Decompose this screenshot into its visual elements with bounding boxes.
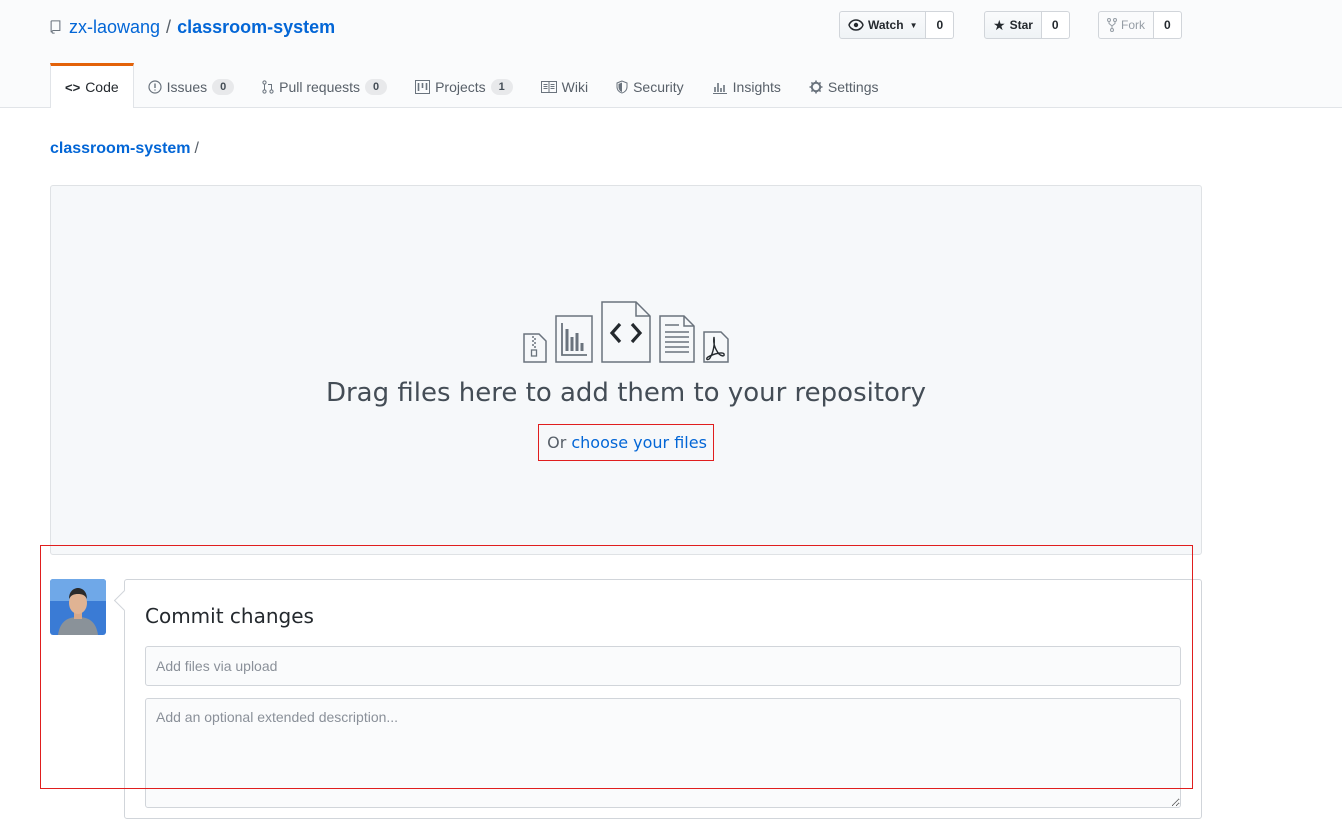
tab-security-label: Security [633,78,684,95]
avatar [50,579,106,635]
tab-issues-label: Issues [166,78,208,95]
fork-group: Fork 0 [1098,11,1182,39]
commit-description-textarea[interactable] [145,698,1181,808]
fork-count[interactable]: 0 [1154,11,1182,39]
tab-wiki[interactable]: Wiki [527,63,602,107]
issue-icon [148,79,162,94]
commit-title: Commit changes [145,604,314,628]
graph-icon [712,82,727,94]
star-button[interactable]: ★ Star [984,11,1042,39]
breadcrumb: classroom-system / [50,140,199,158]
pull-request-icon [262,79,274,94]
or-text: Or [547,433,567,452]
tab-projects[interactable]: Projects 1 [401,63,527,107]
commit-form: Commit changes [124,579,1202,819]
fork-label: Fork [1121,18,1145,32]
tab-settings-label: Settings [827,78,879,95]
file-text-icon [659,315,695,363]
breadcrumb-separator: / [194,140,199,157]
caret-down-icon: ▼ [909,20,918,30]
repo-name-link[interactable]: classroom-system [177,16,335,38]
watch-label: Watch [868,18,904,32]
code-icon: <> [65,79,81,95]
repo-separator: / [166,17,172,37]
tab-insights-label: Insights [732,78,781,95]
tab-projects-label: Projects [435,78,486,95]
shield-icon [616,79,628,94]
tab-pull-requests[interactable]: Pull requests 0 [248,63,401,107]
file-drop-zone[interactable]: Drag files here to add them to your repo… [50,185,1202,555]
pull-requests-counter: 0 [365,78,388,95]
tab-settings[interactable]: Settings [795,63,893,107]
projects-counter: 1 [490,78,513,95]
eye-icon [848,19,864,31]
gear-icon [809,80,823,93]
file-chart-icon [555,315,593,363]
commit-summary-input[interactable] [145,646,1181,686]
tab-pull-requests-label: Pull requests [279,78,361,95]
file-type-icons [51,301,1201,363]
issues-counter: 0 [212,78,235,95]
watch-button[interactable]: Watch ▼ [839,11,927,39]
choose-files-line: Or choose your files [51,424,1201,461]
user-avatar-image [50,579,106,635]
repo-icon [50,20,61,34]
fork-icon [1107,18,1117,32]
tab-code-label: Code [85,79,119,95]
tab-code[interactable]: <> Code [50,63,134,108]
watch-count[interactable]: 0 [926,11,955,39]
star-label: Star [1009,18,1033,32]
tab-security[interactable]: Security [602,63,698,107]
file-zip-icon [523,333,547,363]
repo-title: zx-laowang / classroom-system [50,16,335,38]
breadcrumb-repo-link[interactable]: classroom-system [50,140,191,157]
drag-files-heading: Drag files here to add them to your repo… [325,378,927,408]
tab-wiki-label: Wiki [561,78,589,95]
star-group: ★ Star 0 [984,11,1070,39]
repo-owner-link[interactable]: zx-laowang [69,16,160,38]
choose-files-highlight: Or choose your files [538,424,714,461]
star-count[interactable]: 0 [1041,11,1070,39]
fork-button[interactable]: Fork [1098,11,1154,39]
repo-header: zx-laowang / classroom-system Watch ▼ 0 … [0,0,1342,108]
file-pdf-icon [703,331,729,363]
repo-nav-tabs: <> Code Issues 0 Pull requests 0 Project… [50,63,893,108]
watch-group: Watch ▼ 0 [839,11,955,39]
tab-issues[interactable]: Issues 0 [134,63,248,107]
tab-insights[interactable]: Insights [698,63,795,107]
choose-files-link[interactable]: choose your files [571,433,707,452]
project-icon [415,79,431,94]
star-icon: ★ [993,16,1006,33]
file-code-icon [601,301,651,363]
book-icon [540,80,557,93]
